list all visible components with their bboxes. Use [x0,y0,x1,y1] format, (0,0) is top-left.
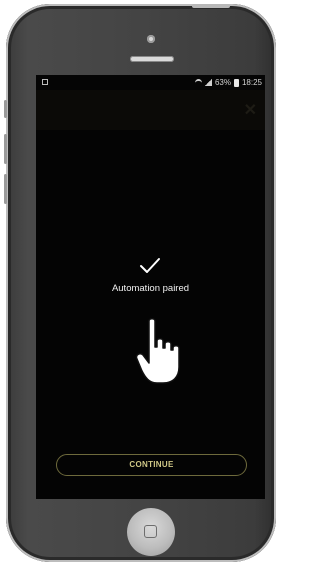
status-bar: 63% 18:25 [36,75,265,90]
status-time: 18:25 [241,78,262,87]
battery-icon [233,78,239,87]
volume-up-button [4,134,7,164]
earpiece-speaker [130,56,174,62]
home-button-icon [144,525,157,538]
home-button[interactable] [127,508,175,556]
status-indicators: 63% 18:25 [194,75,262,90]
phone-screen: 63% 18:25 ✕ Automation paired CONTINUE [36,75,265,499]
power-button [192,4,230,8]
dimmed-header: ✕ [36,90,265,130]
battery-percent: 63% [214,78,231,87]
phone-frame: 63% 18:25 ✕ Automation paired CONTINUE [4,4,276,562]
tap-hand-icon [135,318,180,384]
checkmark-icon [140,258,160,273]
mute-switch [4,100,7,118]
wifi-icon [194,78,202,87]
continue-button[interactable]: CONTINUE [56,454,247,476]
automation-paired-message: Automation paired [111,283,190,294]
volume-down-button [4,174,7,204]
signal-icon [204,79,212,86]
close-icon: ✕ [243,102,257,119]
front-camera [147,35,155,43]
image-notification-icon [42,79,48,85]
